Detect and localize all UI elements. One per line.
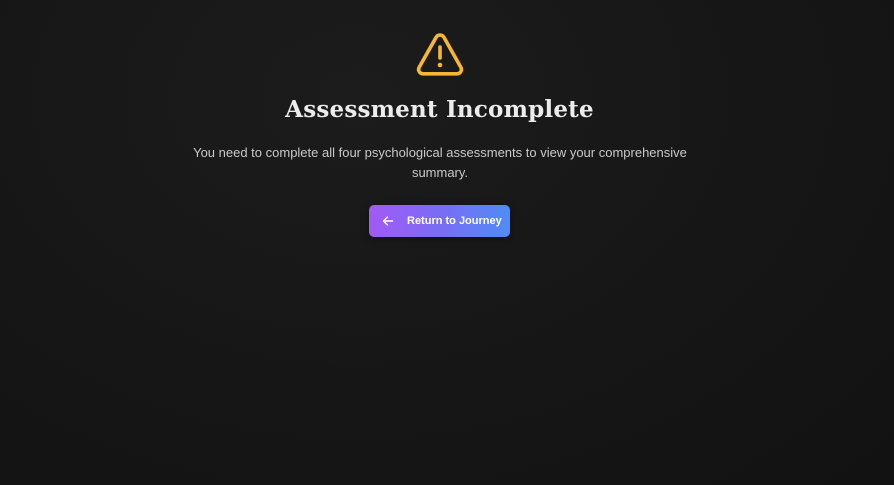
return-to-journey-label: Return to Journey <box>407 215 502 227</box>
arrow-left-icon <box>382 216 394 226</box>
warning-triangle-icon <box>416 33 464 76</box>
page-title: Assessment Incomplete <box>285 96 594 123</box>
return-to-journey-button[interactable]: Return to Journey <box>369 205 510 237</box>
incomplete-assessment-panel: Assessment Incomplete You need to comple… <box>0 0 894 485</box>
incomplete-message: You need to complete all four psychologi… <box>193 145 687 180</box>
